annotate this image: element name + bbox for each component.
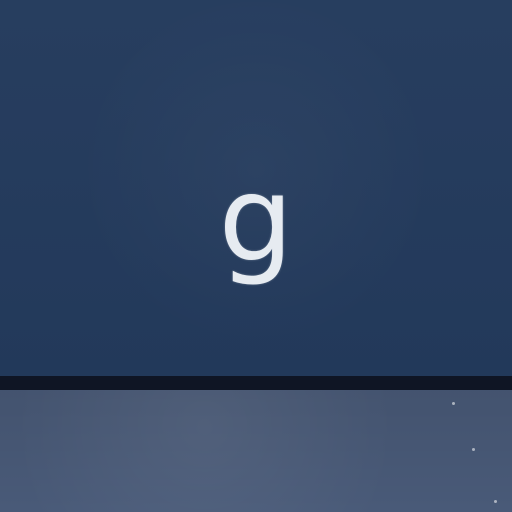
dust-speck [494, 500, 497, 503]
adjacent-key-surface [0, 390, 512, 512]
key-legend: g [218, 150, 294, 288]
key-gap [0, 376, 512, 390]
dust-speck [472, 448, 475, 451]
keyboard-closeup: g [0, 0, 512, 512]
dust-speck [452, 402, 455, 405]
key-g[interactable]: g [0, 0, 512, 376]
